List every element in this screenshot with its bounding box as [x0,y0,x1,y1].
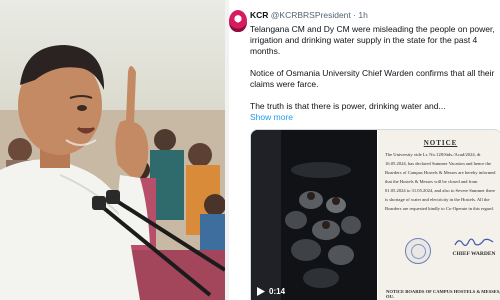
author-name[interactable]: KCR [250,10,268,20]
tweet-time[interactable]: 1h [358,10,367,20]
tweet-card: KCR @KCRBRSPresident · 1h Telangana CM a… [229,0,500,300]
notice-image[interactable]: NOTICE The University vide Lr. No.128/St… [378,130,500,300]
tweet-paragraph: Notice of Osmania University Chief Warde… [250,68,495,89]
video-thumbnail[interactable]: 0:14 [251,130,377,300]
seal-stamp-icon [405,238,431,264]
play-icon[interactable] [257,287,265,296]
tweet-media: 0:14 NOTICE The University vide Lr. No.1… [250,129,500,300]
tweet-header: KCR @KCRBRSPresident · 1h [250,10,368,20]
speaker-photo [0,0,225,300]
notice-title: NOTICE [423,139,458,147]
warden-title: CHIEF WARDEN [452,251,496,257]
tweet-paragraph: The truth is that there is power, drinki… [250,101,446,111]
avatar[interactable] [229,10,247,32]
time-separator: · [353,10,356,20]
video-scene [251,130,377,300]
warden-signature [454,236,494,251]
video-duration: 0:14 [269,287,286,296]
notice-body: The University vide Lr. No.128/Stds./Aca… [385,152,496,211]
tweet-body: Telangana CM and Dy CM were misleading t… [250,24,500,123]
tweet-paragraph: Telangana CM and Dy CM were misleading t… [250,24,495,56]
notice-footer: NOTICE BOARDS OF CAMPUS HOSTELS & MESSES… [386,289,500,299]
signature-mark-icon [454,238,494,247]
author-handle[interactable]: @KCRBRSPresident [271,10,351,20]
show-more-link[interactable]: Show more [250,112,500,123]
speaker-figure [0,45,225,300]
